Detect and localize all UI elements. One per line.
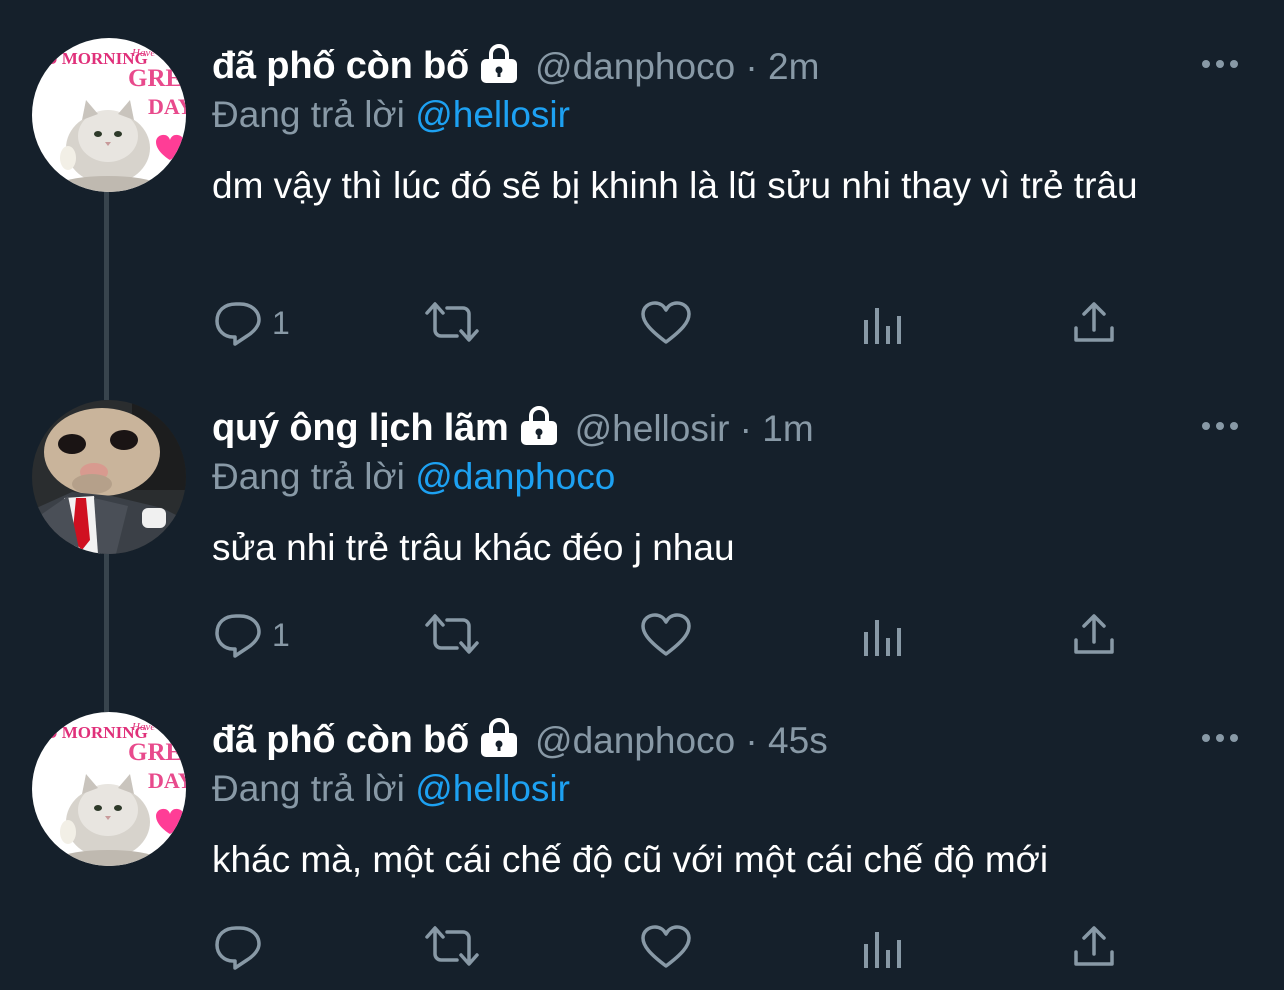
share-button[interactable] xyxy=(1072,300,1116,344)
replying-prefix: Đang trả lời xyxy=(212,456,405,497)
retweet-button[interactable] xyxy=(424,300,480,344)
svg-text:DAY: DAY xyxy=(148,94,186,119)
avatar[interactable] xyxy=(32,400,186,554)
reply-icon xyxy=(215,926,261,970)
analytics-button[interactable] xyxy=(860,928,904,968)
analytics-button[interactable] xyxy=(860,304,904,344)
replying-to: Đang trả lời @danphoco xyxy=(212,456,615,498)
share-button[interactable] xyxy=(1072,612,1116,656)
svg-text:Have a: Have a xyxy=(131,721,164,733)
more-icon[interactable] xyxy=(1200,418,1240,439)
svg-text:GREAT: GREAT xyxy=(128,739,186,766)
reply-button[interactable] xyxy=(214,924,272,970)
action-bar: 1 xyxy=(212,612,1212,662)
good-morning-cat-avatar: OD MORNING Have a GREAT DAY xyxy=(32,38,186,192)
reply-count: 1 xyxy=(272,304,290,341)
replying-mention[interactable]: @hellosir xyxy=(415,768,570,809)
like-button[interactable] xyxy=(640,924,692,970)
display-name[interactable]: đã phố còn bố xyxy=(212,45,469,88)
separator-dot: · xyxy=(735,719,769,761)
analytics-icon xyxy=(864,308,901,344)
handle[interactable]: @danphoco xyxy=(535,46,735,88)
svg-text:DAY: DAY xyxy=(148,768,186,793)
retweet-icon xyxy=(425,614,479,654)
reply-button[interactable]: 1 xyxy=(214,300,290,346)
analytics-button[interactable] xyxy=(860,616,904,656)
retweet-button[interactable] xyxy=(424,924,480,968)
lock-icon xyxy=(477,718,521,763)
timestamp[interactable]: 1m xyxy=(762,408,813,450)
tweet-text: khác mà, một cái chế độ cũ với một cái c… xyxy=(212,839,1049,880)
good-morning-cat-avatar: OD MORNING Have a GREAT DAY xyxy=(32,712,186,866)
action-bar: 1 xyxy=(212,300,1212,350)
share-button[interactable] xyxy=(1072,924,1116,968)
separator-dot: · xyxy=(735,45,769,87)
display-name[interactable]: quý ông lịch lãm xyxy=(212,407,509,450)
replying-prefix: Đang trả lời xyxy=(212,94,405,135)
analytics-icon xyxy=(864,620,901,656)
replying-to: Đang trả lời @hellosir xyxy=(212,94,570,136)
reply-icon xyxy=(215,302,261,346)
timestamp[interactable]: 2m xyxy=(768,46,819,88)
svg-text:Have a: Have a xyxy=(131,47,164,59)
more-icon[interactable] xyxy=(1200,730,1240,751)
tweet[interactable]: OD MORNING Have a GREAT DAY đã phố còn b… xyxy=(0,0,1284,370)
display-name[interactable]: đã phố còn bố xyxy=(212,719,469,762)
lock-icon xyxy=(477,44,521,89)
avatar[interactable]: OD MORNING Have a GREAT DAY xyxy=(32,712,186,866)
separator-dot: · xyxy=(729,407,763,449)
share-icon xyxy=(1074,302,1114,342)
like-icon xyxy=(641,301,691,344)
retweet-icon xyxy=(425,926,479,966)
analytics-icon xyxy=(864,932,901,968)
retweet-icon xyxy=(425,302,479,342)
like-button[interactable] xyxy=(640,300,692,346)
action-bar xyxy=(212,924,1212,974)
share-icon xyxy=(1074,614,1114,654)
tweet-text: sửa nhi trẻ trâu khác đéo j nhau xyxy=(212,527,735,568)
cat-in-suit-avatar xyxy=(32,400,186,554)
timestamp[interactable]: 45s xyxy=(768,720,828,762)
retweet-button[interactable] xyxy=(424,612,480,656)
replying-to: Đang trả lời @hellosir xyxy=(212,768,570,810)
like-button[interactable] xyxy=(640,612,692,658)
reply-button[interactable]: 1 xyxy=(214,612,290,658)
replying-mention[interactable]: @danphoco xyxy=(415,456,615,497)
avatar[interactable]: OD MORNING Have a GREAT DAY xyxy=(32,38,186,192)
share-icon xyxy=(1074,926,1114,966)
thread-line xyxy=(104,552,109,712)
lock-icon xyxy=(517,406,561,451)
replying-mention[interactable]: @hellosir xyxy=(415,94,570,135)
svg-text:GREAT: GREAT xyxy=(128,65,186,92)
tweet-text: dm vậy thì lúc đó sẽ bị khinh là lũ sửu … xyxy=(212,165,1138,206)
reply-count: 1 xyxy=(272,616,290,653)
handle[interactable]: @danphoco xyxy=(535,720,735,762)
replying-prefix: Đang trả lời xyxy=(212,768,405,809)
reply-icon xyxy=(215,614,261,658)
handle[interactable]: @hellosir xyxy=(575,408,730,450)
like-icon xyxy=(641,613,691,656)
more-icon[interactable] xyxy=(1200,56,1240,77)
like-icon xyxy=(641,925,691,968)
